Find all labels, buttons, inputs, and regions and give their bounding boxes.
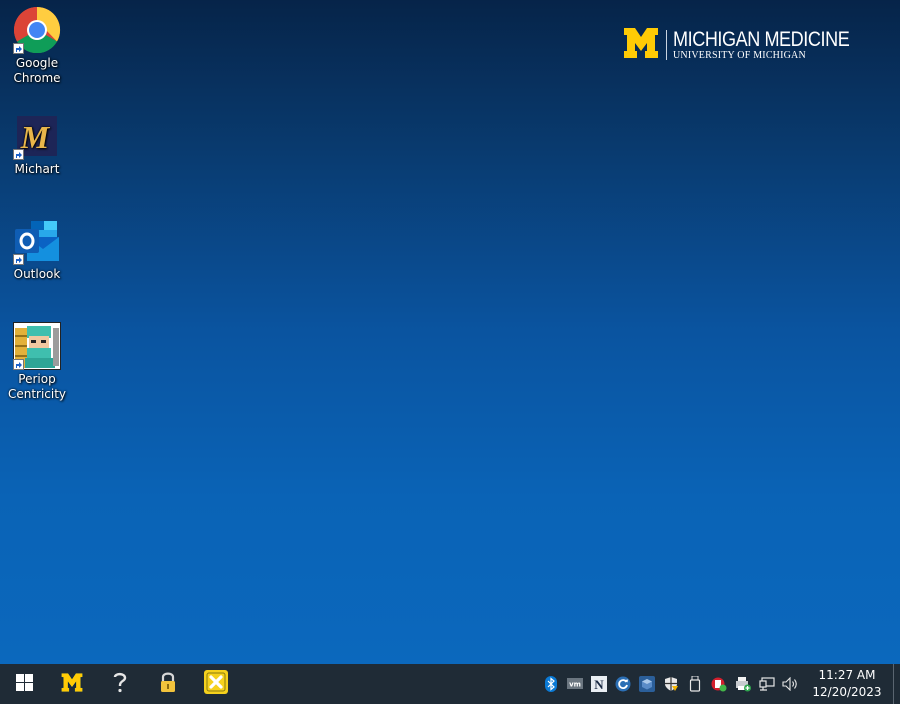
lock-button[interactable] — [144, 664, 192, 704]
block-m-logo — [623, 28, 658, 62]
chrome-icon — [13, 6, 61, 54]
desktop-icon-michart[interactable]: M Michart — [4, 112, 70, 177]
desktop: Google Chrome M Michart Outlook Periop C… — [0, 0, 900, 664]
system-tray: vm N 11:27 AM 12/20/2023 — [539, 664, 900, 704]
security-shield-icon[interactable] — [659, 664, 683, 704]
help-button[interactable] — [96, 664, 144, 704]
yellow-x-button[interactable] — [192, 664, 240, 704]
sync-icon[interactable] — [611, 664, 635, 704]
logo-divider — [665, 30, 667, 60]
desktop-icon-outlook[interactable]: Outlook — [4, 217, 70, 282]
shortcut-arrow-icon — [13, 359, 24, 370]
shortcut-arrow-icon — [13, 149, 24, 160]
svg-text:M: M — [20, 119, 51, 155]
start-button[interactable] — [0, 664, 48, 704]
outlook-icon — [13, 217, 61, 265]
taskbar: vm N 11:27 AM 12/20/2023 — [0, 664, 900, 704]
brand-subtitle: UNIVERSITY OF MICHIGAN — [672, 50, 806, 61]
periop-centricity-icon — [13, 322, 61, 370]
desktop-icon-google-chrome[interactable]: Google Chrome — [4, 6, 70, 86]
svg-text:N: N — [594, 677, 604, 692]
michigan-m-button[interactable] — [48, 664, 96, 704]
brand-name: MICHIGAN MEDICINE — [672, 28, 850, 51]
michart-icon: M — [13, 112, 61, 160]
windows-icon — [15, 673, 33, 695]
n-app-icon[interactable]: N — [587, 664, 611, 704]
desktop-icon-label: Michart — [14, 162, 60, 176]
volume-icon[interactable] — [779, 664, 803, 704]
desktop-icon-label: Outlook — [13, 267, 61, 281]
michigan-medicine-logo: MICHIGAN MEDICINE UNIVERSITY OF MICHIGAN — [623, 28, 878, 62]
network-icon[interactable] — [755, 664, 779, 704]
block-m-icon — [60, 672, 84, 696]
question-mark-icon — [112, 671, 128, 697]
shortcut-arrow-icon — [13, 43, 24, 54]
cube-icon[interactable] — [635, 664, 659, 704]
yellow-x-icon — [204, 670, 228, 698]
usb-drive-icon[interactable] — [683, 664, 707, 704]
taskbar-clock[interactable]: 11:27 AM 12/20/2023 — [805, 667, 889, 701]
svg-text:vm: vm — [569, 681, 581, 689]
desktop-icon-label: Periop Centricity — [7, 372, 67, 401]
desktop-icon-periop-centricity[interactable]: Periop Centricity — [4, 322, 70, 402]
clock-time: 11:27 AM — [818, 668, 876, 682]
show-desktop-button[interactable] — [893, 664, 900, 704]
shortcut-arrow-icon — [13, 254, 24, 265]
clock-date: 12/20/2023 — [812, 685, 882, 699]
padlock-icon — [159, 671, 177, 697]
brand-text: MICHIGAN MEDICINE UNIVERSITY OF MICHIGAN — [673, 29, 878, 61]
red-badge-icon[interactable] — [707, 664, 731, 704]
desktop-icon-label: Google Chrome — [13, 56, 61, 85]
vmware-icon[interactable]: vm — [563, 664, 587, 704]
printer-plus-icon[interactable] — [731, 664, 755, 704]
bluetooth-icon[interactable] — [539, 664, 563, 704]
